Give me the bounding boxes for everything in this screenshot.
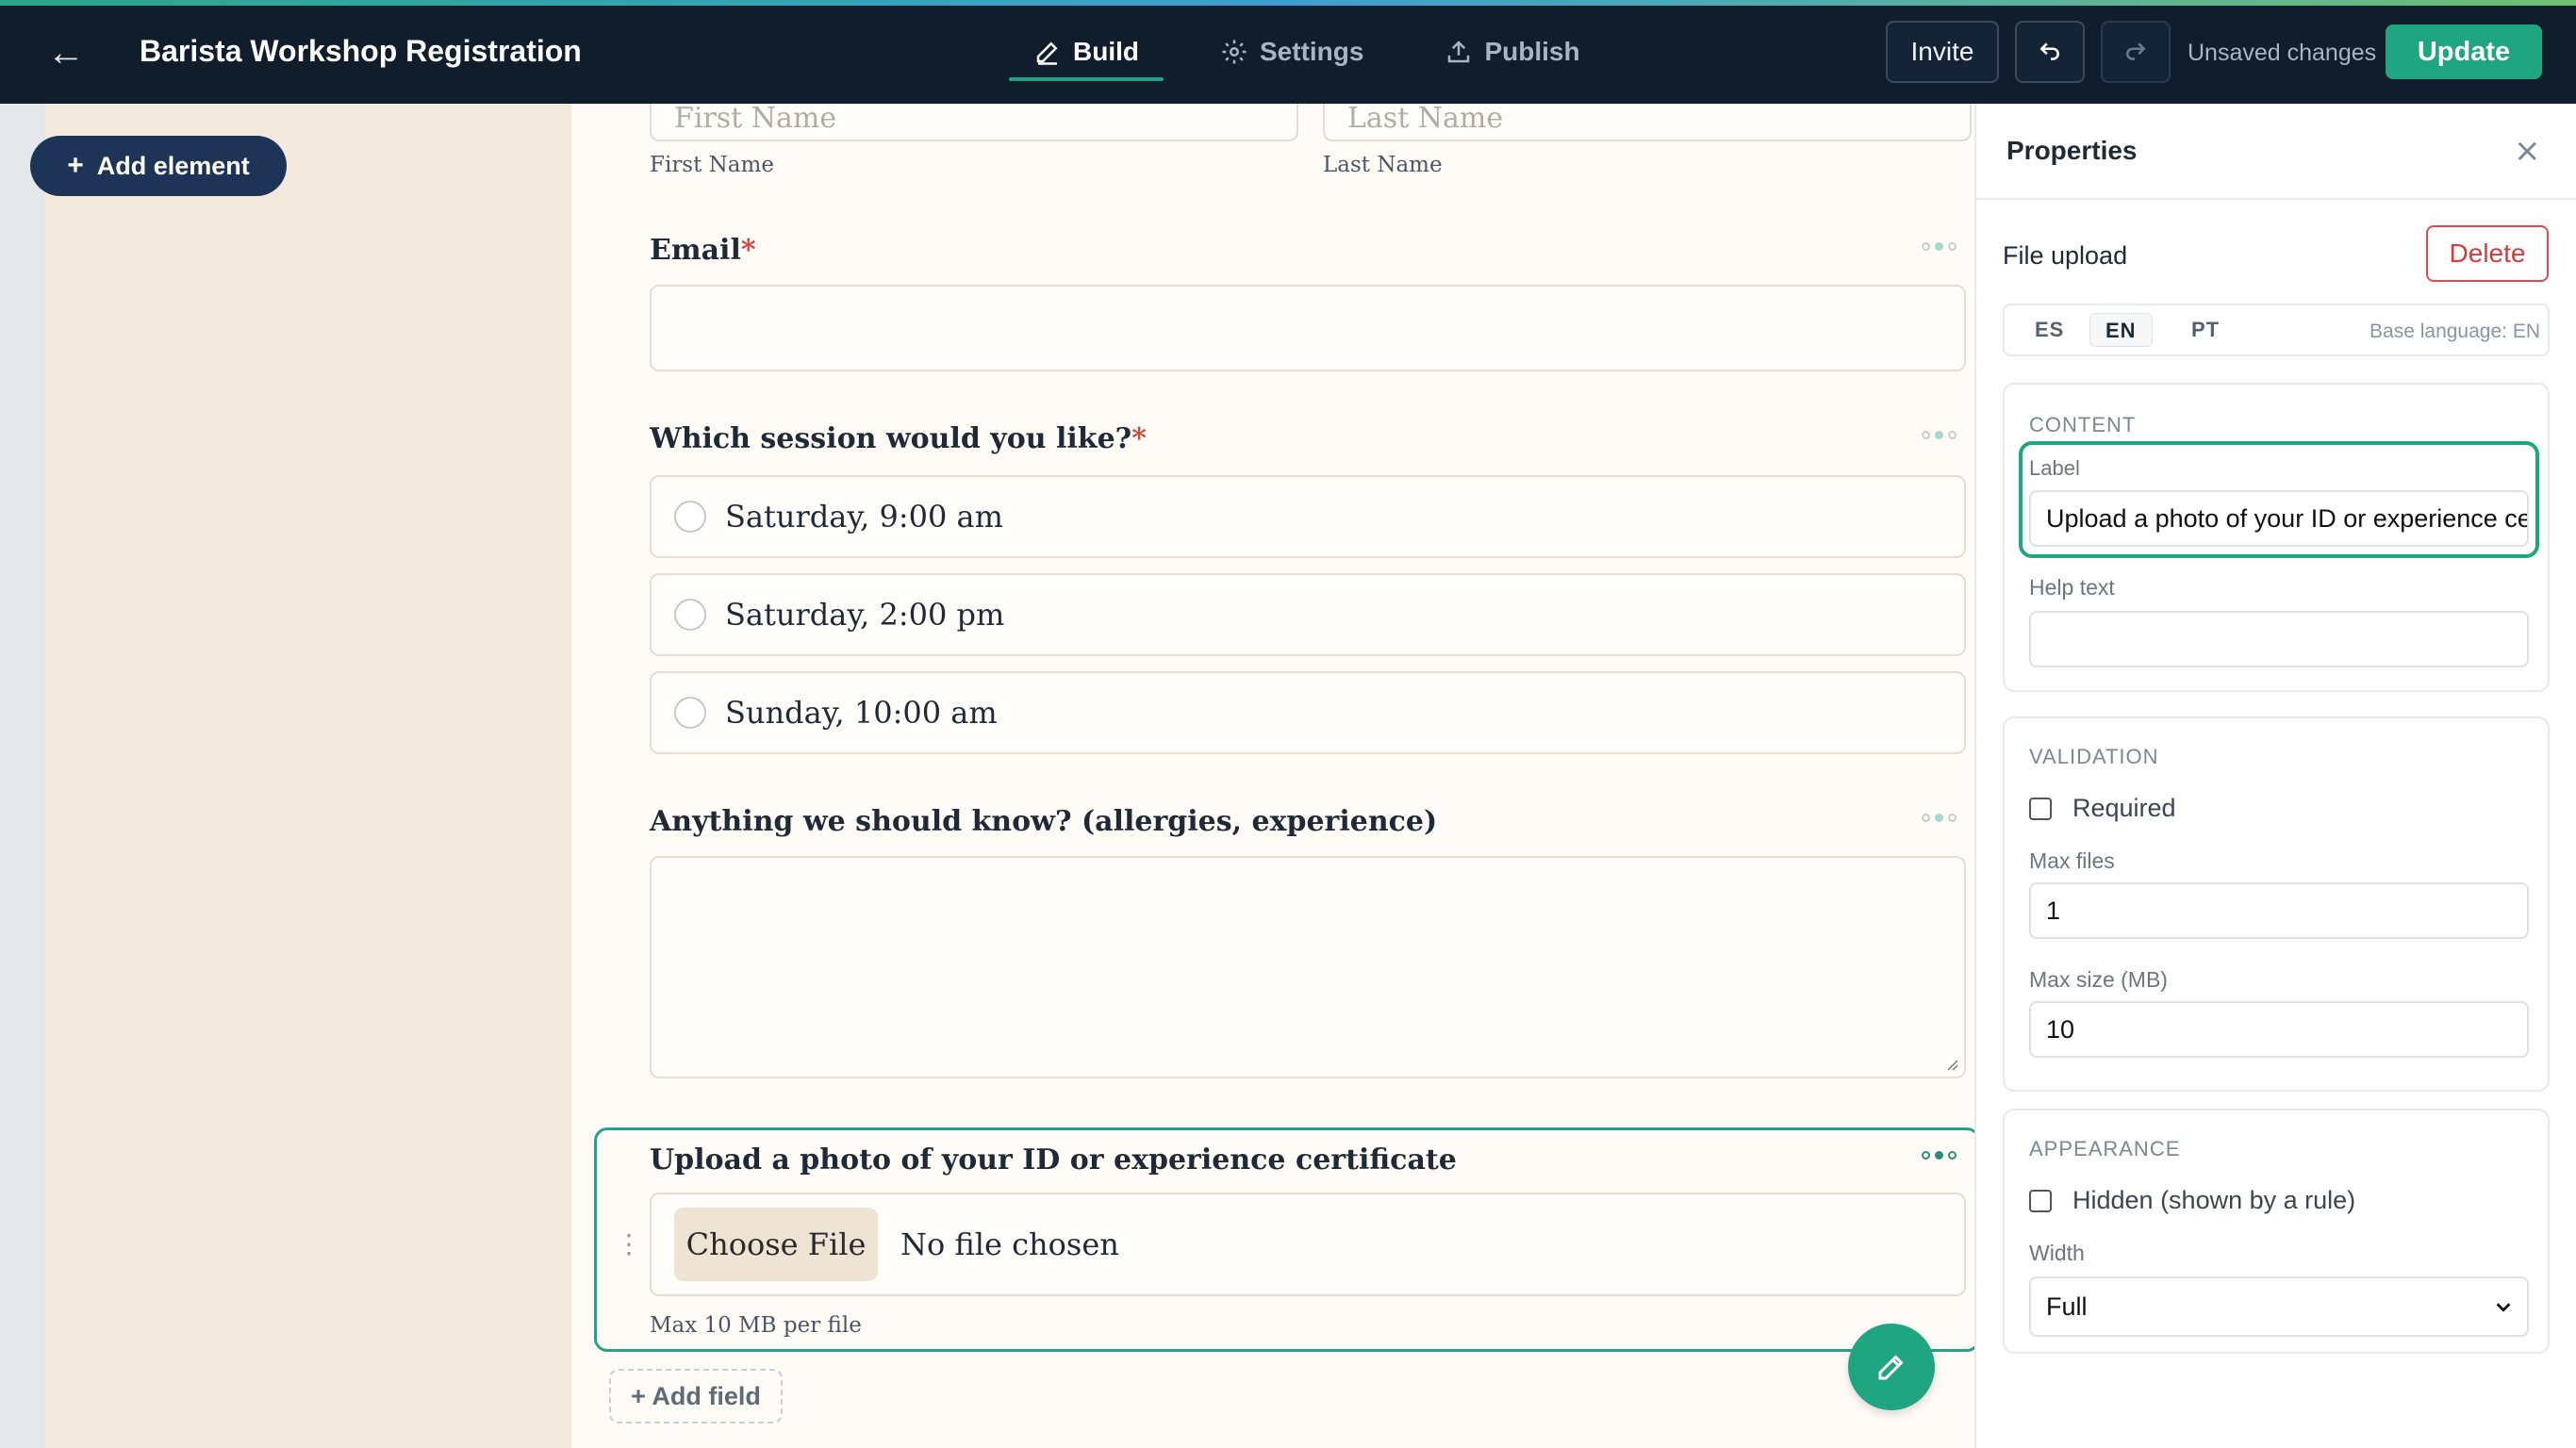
arrow-left-icon[interactable]: ← xyxy=(45,32,87,74)
upload-hint: Max 10 MB per file xyxy=(650,1313,862,1338)
max-files-input[interactable]: 1 xyxy=(2029,882,2529,939)
radio-button[interactable] xyxy=(674,501,706,533)
required-toggle[interactable]: Required xyxy=(2029,794,2176,823)
file-upload-field[interactable]: Upload a photo of your ID or experience … xyxy=(594,1127,1974,1352)
appearance-section: APPEARANCE Hidden (shown by a rule) Widt… xyxy=(2003,1109,2550,1354)
validation-section-title: VALIDATION xyxy=(2029,745,2159,768)
help-text-label: Help text xyxy=(2029,575,2115,600)
redo-icon xyxy=(2126,42,2146,60)
first-name-sublabel: First Name xyxy=(650,153,774,177)
add-element-label: Add element xyxy=(96,151,250,180)
session-question-label: Which session would you like?* xyxy=(650,422,1147,455)
panel-title: Properties xyxy=(2006,136,2138,165)
language-tab-pt[interactable]: PT xyxy=(2176,313,2235,347)
email-question-label: Email* xyxy=(650,234,756,267)
email-label-text: Email xyxy=(650,234,741,267)
undo-button[interactable] xyxy=(2015,21,2085,83)
hidden-checkbox[interactable] xyxy=(2029,1189,2052,1212)
label-input[interactable]: Upload a photo of your ID or experience … xyxy=(2029,490,2529,547)
appearance-section-title: APPEARANCE xyxy=(2029,1137,2181,1160)
mode-tabs: Build Settings Publish xyxy=(1009,0,1605,104)
upload-icon xyxy=(1448,41,1470,63)
tab-settings[interactable]: Settings xyxy=(1196,0,1388,104)
unsaved-status: Unsaved changes xyxy=(2188,40,2377,66)
max-size-label: Max size (MB) xyxy=(2029,967,2168,992)
required-mark: * xyxy=(1131,422,1147,455)
base-language-note: Base language: EN xyxy=(2370,321,2540,342)
update-button[interactable]: Update xyxy=(2386,25,2542,79)
help-text-input[interactable] xyxy=(2029,611,2529,667)
required-mark: * xyxy=(740,234,756,267)
delete-button[interactable]: Delete xyxy=(2426,225,2549,282)
hidden-toggle[interactable]: Hidden (shown by a rule) xyxy=(2029,1186,2355,1215)
session-option[interactable]: Sunday, 10:00 am xyxy=(650,671,1966,754)
first-name-placeholder: First Name xyxy=(674,104,837,135)
plus-icon: + xyxy=(67,150,84,181)
edit-fab-button[interactable] xyxy=(1848,1324,1935,1410)
canvas-margin xyxy=(45,104,571,1448)
more-options-icon[interactable] xyxy=(1922,242,1957,251)
invite-button[interactable]: Invite xyxy=(1886,21,1999,83)
top-bar: ← Barista Workshop Registration Build Se… xyxy=(0,0,2576,104)
max-files-label: Max files xyxy=(2029,848,2115,873)
element-type-label: File upload xyxy=(2003,241,2128,270)
form-canvas: First Name Last Name First Name Last Nam… xyxy=(571,104,1974,1448)
required-label: Required xyxy=(2072,794,2176,822)
add-field-button[interactable]: + Add field xyxy=(609,1369,783,1423)
width-select[interactable]: Full xyxy=(2029,1276,2529,1337)
last-name-sublabel: Last Name xyxy=(1323,153,1443,177)
last-name-placeholder: Last Name xyxy=(1347,104,1504,135)
width-label: Width xyxy=(2029,1241,2085,1265)
language-switcher: ES EN PT Base language: EN xyxy=(2003,304,2550,356)
session-option-label: Saturday, 9:00 am xyxy=(725,499,1003,535)
properties-panel: Properties × File upload Delete ES EN PT… xyxy=(1974,104,2576,1448)
session-option-label: Sunday, 10:00 am xyxy=(725,695,998,731)
tab-publish[interactable]: Publish xyxy=(1420,0,1604,104)
undo-icon xyxy=(2039,42,2059,60)
resize-handle-icon[interactable] xyxy=(1943,1056,1958,1071)
last-name-input[interactable]: Last Name xyxy=(1323,104,1972,141)
session-option[interactable]: Saturday, 9:00 am xyxy=(650,475,1966,558)
add-element-button[interactable]: + Add element xyxy=(30,136,287,196)
choose-file-button[interactable]: Choose File xyxy=(674,1208,878,1281)
session-option-label: Saturday, 2:00 pm xyxy=(725,597,1005,633)
radio-button[interactable] xyxy=(674,599,706,631)
session-label-text: Which session would you like? xyxy=(650,422,1132,455)
file-input[interactable]: Choose File No file chosen xyxy=(650,1193,1966,1296)
tab-settings-label: Settings xyxy=(1260,37,1364,66)
file-status: No file chosen xyxy=(900,1226,1119,1262)
content-section-title: CONTENT xyxy=(2029,413,2137,436)
label-field-label: Label xyxy=(2029,456,2080,480)
tab-publish-label: Publish xyxy=(1484,37,1580,66)
hidden-label: Hidden (shown by a rule) xyxy=(2072,1186,2356,1214)
pencil-icon xyxy=(1878,1355,1904,1380)
redo-button[interactable] xyxy=(2101,21,2171,83)
form-title: Barista Workshop Registration xyxy=(140,34,582,68)
email-field[interactable] xyxy=(650,285,1966,371)
left-rail xyxy=(0,104,45,1448)
radio-button[interactable] xyxy=(674,697,706,729)
tab-build-label: Build xyxy=(1073,37,1139,66)
more-options-icon[interactable] xyxy=(1922,1151,1957,1160)
session-option[interactable]: Saturday, 2:00 pm xyxy=(650,573,1966,656)
panel-divider xyxy=(1976,198,2576,200)
first-name-input[interactable]: First Name xyxy=(650,104,1298,141)
gear-icon xyxy=(1222,40,1247,64)
more-options-icon[interactable] xyxy=(1922,431,1957,439)
upload-question-label: Upload a photo of your ID or experience … xyxy=(650,1144,1457,1176)
width-select-value: Full xyxy=(2046,1292,2088,1321)
language-tab-en[interactable]: EN xyxy=(2089,313,2153,347)
content-section: CONTENT Label Upload a photo of your ID … xyxy=(2003,383,2550,692)
language-tab-es[interactable]: ES xyxy=(2020,313,2079,347)
chevron-down-icon xyxy=(2496,1303,2511,1312)
notes-textarea[interactable] xyxy=(650,856,1966,1078)
more-options-icon[interactable] xyxy=(1922,814,1957,822)
notes-question-label: Anything we should know? (allergies, exp… xyxy=(650,805,1438,838)
required-checkbox[interactable] xyxy=(2029,797,2052,820)
validation-section: VALIDATION Required Max files 1 Max size… xyxy=(2003,716,2550,1092)
max-size-input[interactable]: 10 xyxy=(2029,1001,2529,1058)
pencil-icon xyxy=(1036,41,1058,65)
tab-build[interactable]: Build xyxy=(1009,0,1164,104)
close-icon[interactable]: × xyxy=(2514,132,2541,170)
